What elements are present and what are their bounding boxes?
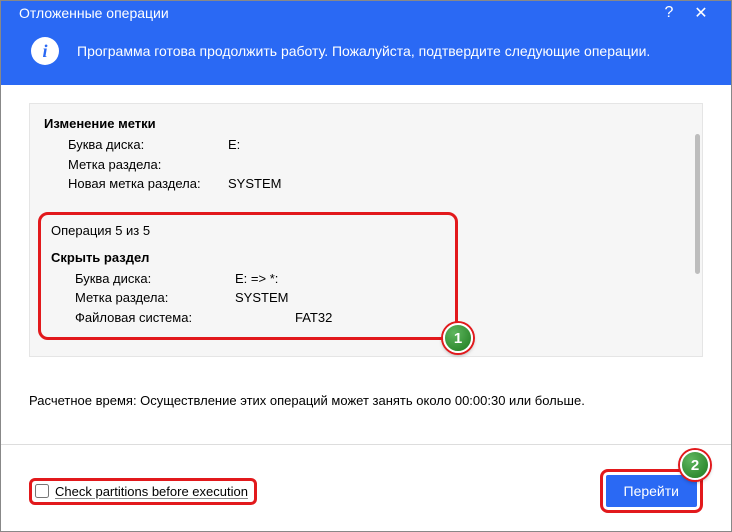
kv-value: E: => *: [235,269,278,289]
operation-counter: Операция 5 из 5 [51,223,445,238]
scrollbar-thumb[interactable] [695,134,700,274]
kv-value: SYSTEM [228,174,281,194]
info-message: Программа готова продолжить работу. Пожа… [77,43,650,59]
highlight-box-checkbox: Check partitions before execution [29,478,257,505]
annotation-callout-1: 1 [443,323,473,353]
checkbox-input[interactable] [35,484,49,498]
annotation-callout-2: 2 [680,450,710,480]
kv-value: SYSTEM [235,288,288,308]
highlight-box-go: 2 Перейти [600,469,703,513]
op-a-title: Изменение метки [44,116,688,131]
kv-key: Файловая система: [75,308,235,328]
estimated-time: Расчетное время: Осуществление этих опер… [29,393,703,408]
titlebar: Отложенные операции ? ✕ [1,1,731,25]
checkbox-label[interactable]: Check partitions before execution [55,484,248,499]
close-button[interactable]: ✕ [685,3,717,23]
highlight-box-1: Операция 5 из 5 Скрыть раздел Буква диск… [38,212,458,341]
kv-row: Метка раздела: [44,155,688,175]
kv-row: Буква диска: E: [44,135,688,155]
kv-key: Буква диска: [68,135,228,155]
kv-row: Файловая система: FAT32 [51,308,445,328]
help-button[interactable]: ? [653,4,685,22]
kv-key: Буква диска: [75,269,235,289]
kv-row: Буква диска: E: => *: [51,269,445,289]
kv-value: E: [228,135,240,155]
bottom-bar: Check partitions before execution 2 Пере… [1,455,731,531]
check-partitions-checkbox[interactable]: Check partitions before execution [35,484,248,499]
dialog-window: Отложенные операции ? ✕ i Программа гото… [0,0,732,532]
info-bar: i Программа готова продолжить работу. По… [1,25,731,85]
content-pane: Изменение метки Буква диска: E: Метка ра… [1,85,731,455]
op-b-title: Скрыть раздел [51,250,445,265]
kv-key: Метка раздела: [68,155,228,175]
kv-row: Метка раздела: SYSTEM [51,288,445,308]
kv-row: Новая метка раздела: SYSTEM [44,174,688,194]
info-icon: i [31,37,59,65]
kv-key: Новая метка раздела: [68,174,228,194]
kv-value: FAT32 [235,308,332,328]
go-button[interactable]: Перейти [606,475,697,507]
operations-list: Изменение метки Буква диска: E: Метка ра… [29,103,703,357]
window-title: Отложенные операции [19,5,653,21]
divider [1,444,731,445]
kv-key: Метка раздела: [75,288,235,308]
